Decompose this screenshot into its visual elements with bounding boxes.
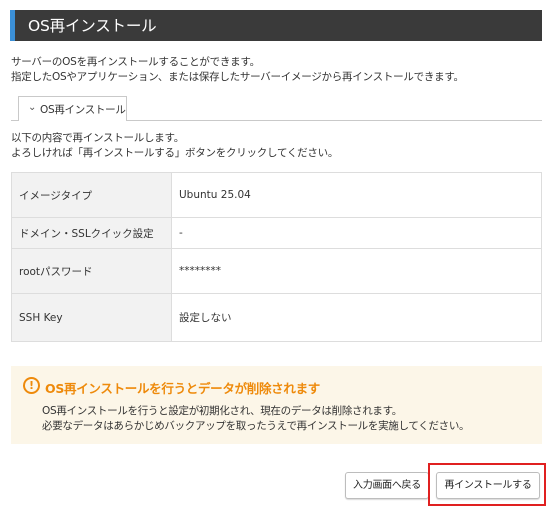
row-value: ******** xyxy=(171,248,542,294)
row-value: 設定しない xyxy=(171,293,542,342)
row-label: rootパスワード xyxy=(11,248,172,294)
details-table: イメージタイプ Ubuntu 25.04 ドメイン・SSLクイック設定 - ro… xyxy=(11,172,542,342)
back-to-input-button[interactable]: 入力画面へ戻る xyxy=(345,472,429,499)
page-title: OS再インストール xyxy=(28,17,157,35)
warning-line: 必要なデータはあらかじめバックアップを取ったうえで再インストールを実施してくださ… xyxy=(42,420,470,432)
chevron-down-icon: ⌄ xyxy=(28,102,37,113)
lead-line: よろしければ「再インストールする」ボタンをクリックしてください。 xyxy=(11,147,339,159)
row-value: Ubuntu 25.04 xyxy=(171,172,542,218)
warning-line: OS再インストールを行うと設定が初期化され、現在のデータは削除されます。 xyxy=(42,405,402,417)
table-row: イメージタイプ Ubuntu 25.04 xyxy=(11,172,542,218)
exclamation-circle-icon: ! xyxy=(23,377,40,394)
tab-label: OS再インストール xyxy=(40,104,126,116)
page-title-bar: OS再インストール xyxy=(10,10,542,41)
intro-text: サーバーのOSを再インストールすることができます。 指定したOSやアプリケーショ… xyxy=(11,55,464,85)
reinstall-button[interactable]: 再インストールする xyxy=(436,472,540,499)
row-label: イメージタイプ xyxy=(11,172,172,218)
row-label: SSH Key xyxy=(11,293,172,342)
lead-line: 以下の内容で再インストールします。 xyxy=(11,132,184,144)
lead-text: 以下の内容で再インストールします。 よろしければ「再インストールする」ボタンをク… xyxy=(11,131,338,161)
warning-title: OS再インストールを行うとデータが削除されます xyxy=(45,381,320,396)
intro-line: サーバーのOSを再インストールすることができます。 xyxy=(11,56,260,68)
row-label: ドメイン・SSLクイック設定 xyxy=(11,217,172,249)
page: OS再インストール サーバーのOSを再インストールすることができます。 指定した… xyxy=(0,0,550,514)
warning-box: ! OS再インストールを行うとデータが削除されます OS再インストールを行うと設… xyxy=(11,366,542,444)
row-value: - xyxy=(171,217,542,249)
table-row: ドメイン・SSLクイック設定 - xyxy=(11,217,542,249)
table-row: rootパスワード ******** xyxy=(11,248,542,294)
warning-body: OS再インストールを行うと設定が初期化され、現在のデータは削除されます。 必要な… xyxy=(42,404,470,434)
tab-os-reinstall[interactable]: ⌄ OS再インストール xyxy=(18,96,127,121)
intro-line: 指定したOSやアプリケーション、または保存したサーバーイメージから再インストール… xyxy=(11,71,464,83)
tab-gap xyxy=(19,120,126,121)
table-row: SSH Key 設定しない xyxy=(11,293,542,342)
